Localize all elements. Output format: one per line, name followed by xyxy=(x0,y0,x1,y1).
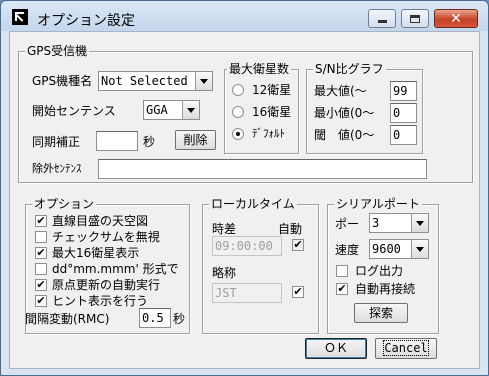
start-sentence-label: 開始センテンス xyxy=(32,104,116,118)
auto-label: 自動 xyxy=(278,222,303,236)
delete-button-label: 削除 xyxy=(183,133,208,147)
minimize-button[interactable] xyxy=(368,9,396,28)
exclude-sentence-input[interactable] xyxy=(98,159,427,179)
title-bar[interactable]: オプション設定 ✕ xyxy=(1,1,488,31)
port-select[interactable]: 3 xyxy=(369,213,429,233)
options-group-label: オプション xyxy=(32,196,97,212)
close-icon: ✕ xyxy=(450,10,462,27)
chevron-down-icon xyxy=(416,246,424,252)
radio-12-satellites-label: 12衛星 xyxy=(252,83,292,97)
cancel-button[interactable]: Cancel xyxy=(375,338,437,359)
port-value: 3 xyxy=(372,216,380,230)
serial-port-label: シリアルポート xyxy=(334,196,422,212)
speed-value: 9600 xyxy=(372,242,401,256)
gps-group-label: GPS受信機 xyxy=(25,43,90,59)
options-dialog: オプション設定 ✕ GPS受信機 GPS機種名 Not Selected 開始セ… xyxy=(0,0,489,376)
search-button-label: 探索 xyxy=(368,306,393,320)
minimize-icon xyxy=(377,20,387,23)
radio-16-satellites-label: 16衛星 xyxy=(252,105,292,119)
time-diff-label: 時差 xyxy=(212,222,237,236)
option-ddmm-format-label: dd°mm.mmm' 形式で xyxy=(52,262,179,276)
radio-default-satellites[interactable] xyxy=(232,128,244,140)
start-sentence-dropdown-arrow[interactable] xyxy=(182,101,199,119)
log-output-label: ログ出力 xyxy=(355,264,404,278)
sn-max-input[interactable]: 99 xyxy=(390,81,417,101)
gps-model-select[interactable]: Not Selected xyxy=(98,71,213,91)
app-cursor-icon xyxy=(12,9,28,25)
radio-16-satellites[interactable] xyxy=(232,106,244,118)
sn-min-input[interactable]: 0 xyxy=(390,103,417,123)
option-ignore-checksum-checkbox[interactable] xyxy=(35,231,47,243)
abbr-input[interactable]: JST xyxy=(212,283,282,303)
interval-label: 間隔変動(RMC) xyxy=(25,312,110,326)
abbr-checkbox[interactable]: ✔ xyxy=(292,286,304,298)
ok-button-label: ＯＫ xyxy=(323,341,348,355)
maximize-icon xyxy=(410,14,420,23)
ok-button[interactable]: ＯＫ xyxy=(305,338,367,359)
auto-time-checkbox[interactable]: ✔ xyxy=(292,239,304,251)
interval-unit: 秒 xyxy=(173,312,186,326)
chevron-down-icon xyxy=(187,107,195,113)
max-satellites-label: 最大衛星数 xyxy=(227,61,292,77)
option-auto-origin-label: 原点更新の自動実行 xyxy=(52,278,161,292)
sync-input[interactable] xyxy=(96,131,138,151)
port-label: ポート xyxy=(335,217,363,231)
start-sentence-select[interactable]: GGA xyxy=(143,100,200,120)
sn-graph-label: S/N比グラフ xyxy=(313,61,386,77)
chevron-down-icon xyxy=(200,78,208,84)
sn-threshold-label: 閾 値(0〜 xyxy=(314,128,375,142)
speed-select[interactable]: 9600 xyxy=(369,239,429,259)
option-max16-checkbox[interactable]: ✔ xyxy=(35,247,47,259)
exclude-sentence-label: 除外ｾﾝﾃﾝｽ xyxy=(32,162,82,175)
option-show-hints-label: ヒント表示を行う xyxy=(52,294,149,308)
speed-label: 速度 xyxy=(335,243,360,257)
log-output-checkbox[interactable] xyxy=(336,265,348,277)
speed-dropdown-arrow[interactable] xyxy=(411,240,428,258)
option-linear-sky-checkbox[interactable]: ✔ xyxy=(35,215,47,227)
maximize-button[interactable] xyxy=(401,9,429,28)
sn-max-label: 最大値(〜 xyxy=(314,84,367,98)
auto-reconnect-checkbox[interactable]: ✔ xyxy=(336,283,348,295)
window-title: オプション設定 xyxy=(37,13,135,29)
abbr-label: 略称 xyxy=(212,266,237,280)
option-show-hints-checkbox[interactable]: ✔ xyxy=(35,295,47,307)
local-time-label: ローカルタイム xyxy=(209,196,297,212)
time-diff-input[interactable]: 09:00:00 xyxy=(212,236,282,256)
dialog-body: GPS受信機 GPS機種名 Not Selected 開始センテンス GGA 同… xyxy=(9,31,480,369)
port-dropdown-arrow[interactable] xyxy=(411,214,428,232)
chevron-down-icon xyxy=(416,220,424,226)
option-ddmm-format-checkbox[interactable] xyxy=(35,263,47,275)
sync-unit: 秒 xyxy=(143,135,156,149)
option-linear-sky-label: 直線目盛の天空図 xyxy=(52,214,149,228)
delete-button[interactable]: 削除 xyxy=(175,130,216,150)
search-button[interactable]: 探索 xyxy=(354,303,408,323)
gps-model-dropdown-arrow[interactable] xyxy=(195,72,212,90)
start-sentence-value: GGA xyxy=(146,103,168,117)
radio-12-satellites[interactable] xyxy=(232,84,244,96)
sn-threshold-input[interactable]: 0 xyxy=(390,125,417,145)
close-button[interactable]: ✕ xyxy=(434,9,478,28)
interval-input[interactable]: 0.5 xyxy=(139,308,171,328)
auto-reconnect-label: 自動再接続 xyxy=(355,282,416,296)
gps-model-value: Not Selected xyxy=(101,74,188,88)
radio-default-satellites-label: ﾃﾞﾌｫﾙﾄ xyxy=(252,127,285,140)
cancel-button-label: Cancel xyxy=(383,340,429,356)
sync-label: 同期補正 xyxy=(32,135,81,149)
option-max16-label: 最大16衛星表示 xyxy=(52,246,140,260)
gps-model-label: GPS機種名 xyxy=(32,74,93,88)
option-auto-origin-checkbox[interactable]: ✔ xyxy=(35,279,47,291)
sn-min-label: 最小値(0〜 xyxy=(314,106,375,120)
option-ignore-checksum-label: チェックサムを無視 xyxy=(52,230,160,244)
